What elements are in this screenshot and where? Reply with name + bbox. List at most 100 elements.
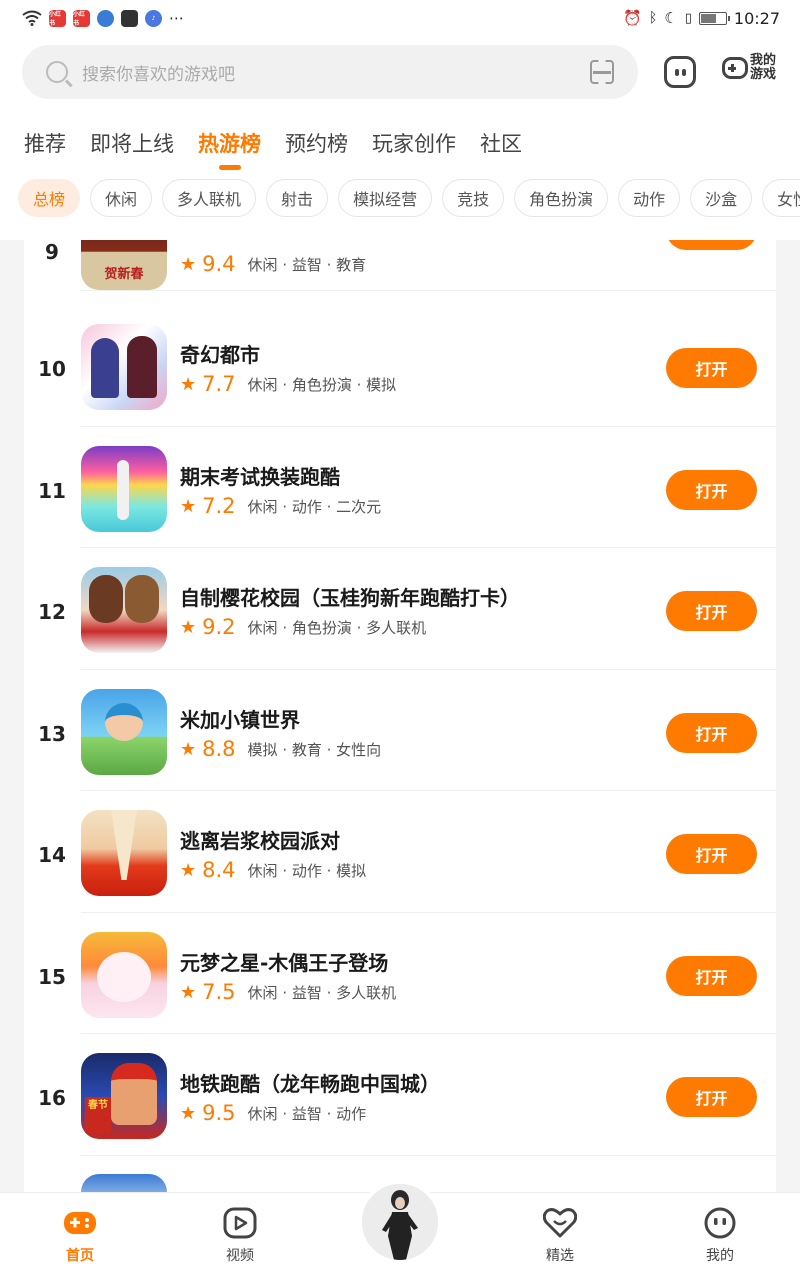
open-button[interactable]: 打开 — [666, 713, 757, 753]
chip-competitive[interactable]: 竞技 — [442, 179, 505, 217]
divider — [81, 790, 776, 791]
game-title[interactable]: 自制樱花校园（玉桂狗新年跑酷打卡） — [180, 582, 520, 611]
scan-icon[interactable] — [590, 60, 614, 84]
game-icon[interactable]: 春节 — [81, 1053, 167, 1139]
list-item[interactable]: 15 元梦之星-木偶王子登场 ★ 7.5 休闲 · 益智 · 多人联机 打开 — [24, 913, 776, 1034]
game-tags: 休闲 · 动作 · 模拟 — [247, 861, 367, 880]
search-icon — [46, 61, 68, 83]
tab-upcoming[interactable]: 即将上线 — [90, 128, 174, 158]
game-title[interactable]: 米加小镇世界 — [180, 704, 300, 733]
vibrate-icon: ▯ — [684, 10, 692, 26]
star-icon: ★ — [180, 616, 197, 638]
star-icon: ★ — [180, 373, 197, 395]
tab-hot-ranking[interactable]: 热游榜 — [198, 128, 261, 158]
rank-number: 11 — [38, 479, 66, 503]
game-tags: 休闲 · 动作 · 二次元 — [247, 497, 382, 516]
open-button[interactable]: 打开 — [666, 956, 757, 996]
icon-caption: 贺新春 — [104, 267, 144, 282]
game-icon[interactable] — [81, 932, 167, 1018]
chip-shooter[interactable]: 射击 — [266, 179, 329, 217]
nav-featured[interactable]: 精选 — [520, 1207, 600, 1265]
open-button[interactable]: 打开 — [666, 834, 757, 874]
game-title[interactable]: 元梦之星-木偶王子登场 — [180, 947, 388, 976]
game-tags: 休闲 · 益智 · 教育 — [247, 255, 367, 274]
open-button[interactable]: 打开 — [666, 470, 757, 510]
nav-label: 我的 — [706, 1248, 734, 1264]
open-button[interactable]: 打开 — [666, 240, 757, 250]
divider — [81, 1033, 776, 1034]
nav-video[interactable]: 视频 — [200, 1207, 280, 1265]
center-character-avatar[interactable] — [358, 1180, 442, 1264]
score: 8.8 — [202, 737, 236, 761]
chip-all[interactable]: 总榜 — [18, 179, 81, 217]
clock: 10:27 — [733, 8, 780, 28]
xiaohongshu-icon: 小红书 — [49, 9, 66, 27]
chip-female[interactable]: 女性 — [762, 179, 800, 217]
game-title[interactable]: 期末考试换装跑酷 — [180, 461, 340, 490]
game-icon[interactable]: 贺新春 — [81, 240, 167, 290]
game-tags: 休闲 · 益智 · 多人联机 — [247, 983, 397, 1002]
game-icon[interactable] — [81, 1174, 167, 1192]
search-input[interactable]: 搜索你喜欢的游戏吧 — [82, 60, 590, 85]
score: 7.7 — [202, 372, 236, 396]
nav-profile[interactable]: 我的 — [680, 1207, 760, 1265]
tab-community[interactable]: 社区 — [480, 128, 522, 158]
wifi-icon — [22, 10, 42, 26]
gamepad-icon — [63, 1207, 97, 1239]
star-icon: ★ — [180, 1102, 197, 1124]
game-meta: ★ 7.5 休闲 · 益智 · 多人联机 — [180, 980, 396, 1004]
list-item[interactable]: 13 米加小镇世界 ★ 8.8 模拟 · 教育 · 女性向 打开 — [24, 670, 776, 791]
tab-player-creations[interactable]: 玩家创作 — [372, 128, 456, 158]
open-button[interactable]: 打开 — [666, 591, 757, 631]
search-bar[interactable]: 搜索你喜欢的游戏吧 — [22, 45, 638, 99]
divider — [81, 547, 776, 548]
score: 9.5 — [202, 1101, 236, 1125]
heart-icon — [542, 1207, 578, 1239]
list-item[interactable]: 11 期末考试换装跑酷 ★ 7.2 休闲 · 动作 · 二次元 打开 — [24, 427, 776, 548]
top-tabs: 推荐 即将上线 热游榜 预约榜 玩家创作 社区 — [24, 128, 522, 158]
ranking-list: 9 贺新春 ★ 9.4 休闲 · 益智 · 教育 打开 10 奇幻都市 ★ 7.… — [24, 240, 776, 1192]
game-title[interactable]: 逃离岩浆校园派对 — [180, 825, 340, 854]
game-icon[interactable] — [81, 567, 167, 653]
header: 搜索你喜欢的游戏吧 我的游戏 推荐 即将上线 热游榜 预约榜 玩家创作 社区 总… — [0, 36, 800, 240]
score: 9.2 — [202, 615, 236, 639]
chip-multiplayer[interactable]: 多人联机 — [162, 179, 257, 217]
chip-simulation[interactable]: 模拟经营 — [338, 179, 433, 217]
game-title[interactable]: 地铁跑酷（龙年畅跑中国城） — [180, 1068, 440, 1097]
message-icon[interactable] — [664, 56, 696, 88]
browser-icon — [97, 9, 114, 27]
open-button[interactable]: 打开 — [666, 1077, 757, 1117]
game-icon[interactable] — [81, 689, 167, 775]
list-item[interactable]: 9 贺新春 ★ 9.4 休闲 · 益智 · 教育 打开 — [24, 240, 776, 291]
list-item[interactable]: 12 自制樱花校园（玉桂狗新年跑酷打卡） ★ 9.2 休闲 · 角色扮演 · 多… — [24, 549, 776, 670]
game-meta: ★ 9.2 休闲 · 角色扮演 · 多人联机 — [180, 615, 426, 639]
chip-casual[interactable]: 休闲 — [90, 179, 153, 217]
rank-number: 14 — [38, 843, 66, 867]
tab-recommend[interactable]: 推荐 — [24, 128, 66, 158]
music-icon: ♪ — [145, 9, 162, 27]
game-icon[interactable] — [81, 446, 167, 532]
tab-reservation-ranking[interactable]: 预约榜 — [285, 128, 348, 158]
chip-sandbox[interactable]: 沙盒 — [690, 179, 753, 217]
nav-home[interactable]: 首页 — [40, 1207, 120, 1265]
my-games-button[interactable]: 我的游戏 — [722, 54, 780, 82]
game-meta: ★ 9.4 休闲 · 益智 · 教育 — [180, 252, 366, 276]
game-tags: 休闲 · 益智 · 动作 — [247, 1104, 367, 1123]
list-item[interactable]: 16 春节 地铁跑酷（龙年畅跑中国城） ★ 9.5 休闲 · 益智 · 动作 打… — [24, 1035, 776, 1156]
list-item[interactable]: 10 奇幻都市 ★ 7.7 休闲 · 角色扮演 · 模拟 打开 — [24, 306, 776, 427]
score: 9.4 — [202, 252, 236, 276]
game-title[interactable]: 奇幻都市 — [180, 339, 260, 368]
chip-action[interactable]: 动作 — [618, 179, 681, 217]
chip-rpg[interactable]: 角色扮演 — [514, 179, 609, 217]
xiaohongshu-icon: 小红书 — [73, 9, 90, 27]
game-icon[interactable] — [81, 810, 167, 896]
game-tags: 模拟 · 教育 · 女性向 — [247, 740, 382, 759]
rank-number: 16 — [38, 1086, 66, 1110]
rank-number: 10 — [38, 357, 66, 381]
bluetooth-icon: ᛒ — [648, 10, 658, 26]
divider — [81, 290, 776, 291]
list-item[interactable]: 14 逃离岩浆校园派对 ★ 8.4 休闲 · 动作 · 模拟 打开 — [24, 792, 776, 913]
game-icon[interactable] — [81, 324, 167, 410]
open-button[interactable]: 打开 — [666, 348, 757, 388]
alarm-icon: ⏰ — [623, 9, 642, 27]
